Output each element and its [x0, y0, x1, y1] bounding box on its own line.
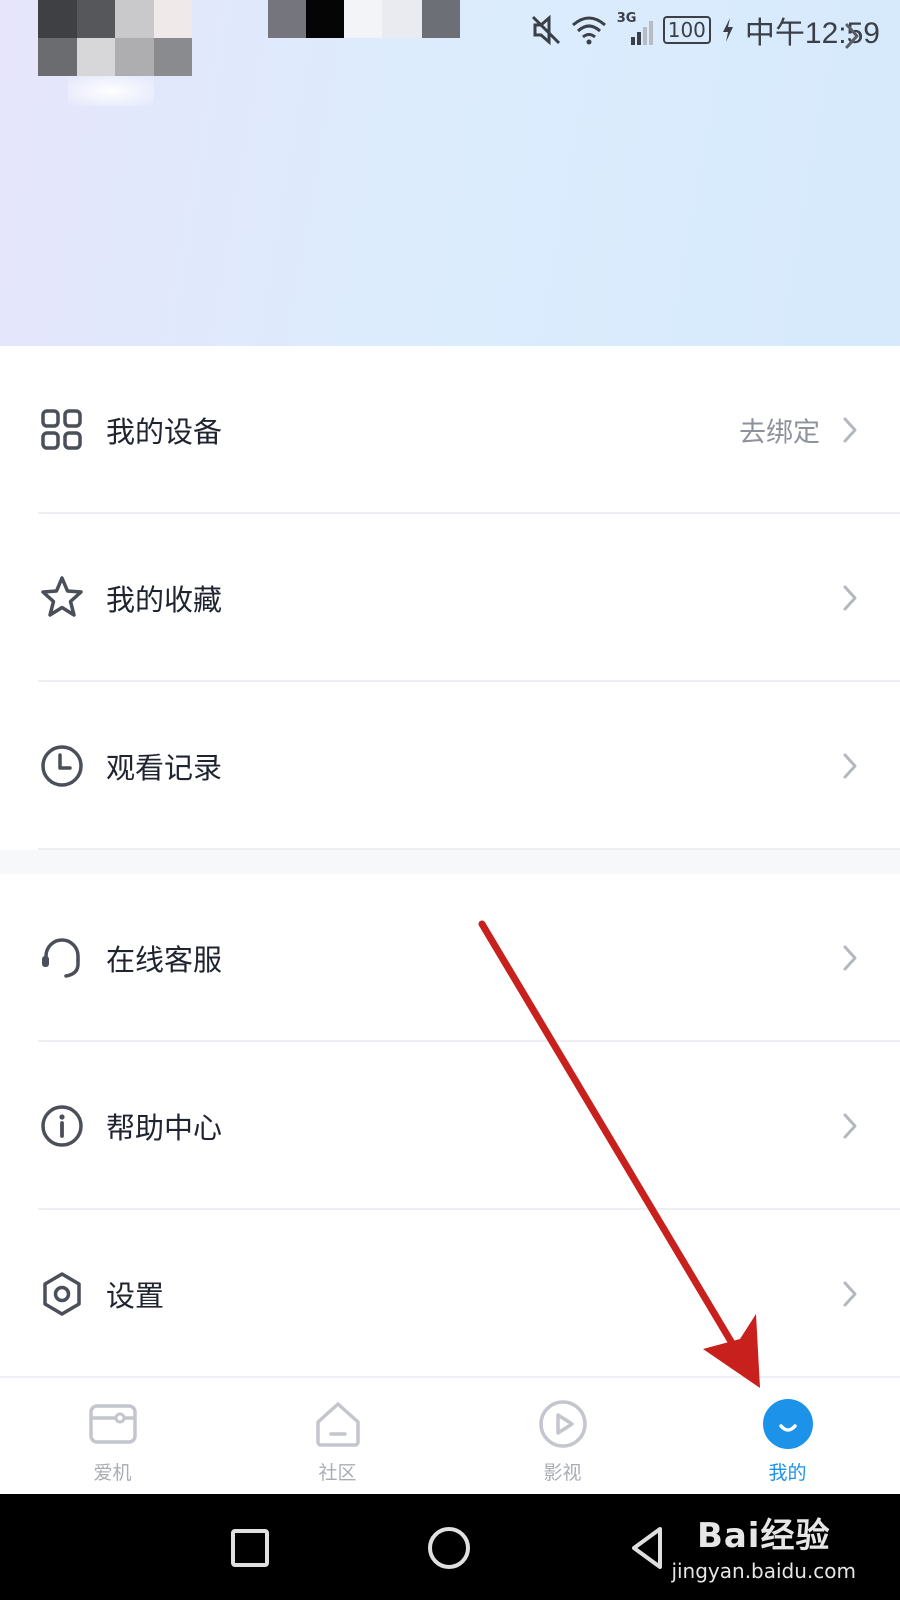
system-navigation-bar: Bai经验 jingyan.baidu.com: [0, 1494, 900, 1600]
tab-aiji[interactable]: 爱机: [0, 1378, 225, 1494]
divider: [38, 848, 900, 850]
profile-chevron-icon[interactable]: [844, 22, 860, 50]
star-icon: [41, 576, 83, 617]
menu-item-label: 帮助中心: [106, 1111, 223, 1145]
menu-item-my-devices[interactable]: 我的设备 去绑定: [0, 346, 900, 514]
menu-item-settings[interactable]: 设置: [0, 1210, 900, 1378]
battery-indicator: 100: [662, 16, 711, 44]
grid-apps-icon: [41, 409, 82, 450]
mute-icon: [531, 14, 560, 46]
tab-community[interactable]: 社区: [225, 1378, 450, 1494]
tab-label: 我的: [768, 1462, 807, 1484]
avatar[interactable]: [38, 0, 192, 76]
tab-label: 爱机: [93, 1462, 132, 1484]
home-circle-icon[interactable]: [421, 1520, 477, 1576]
tab-label: 社区: [318, 1462, 357, 1484]
settings-menu: 我的设备 去绑定 我的收藏 观看记录 在线客服 帮助中心 设置: [0, 346, 900, 1378]
menu-item-watch-history[interactable]: 观看记录: [0, 682, 900, 850]
username[interactable]: [268, 0, 460, 38]
profile-header: 3G 100 中午12:59: [0, 0, 900, 346]
tab-mine[interactable]: 我的: [675, 1378, 900, 1494]
chevron-right-icon: [843, 1113, 857, 1139]
chevron-right-icon: [843, 1281, 857, 1307]
home-icon: [315, 1402, 360, 1447]
menu-item-label: 我的设备: [106, 415, 223, 449]
baidu-jingyan-watermark: Bai经验 jingyan.baidu.com: [671, 1508, 856, 1583]
bind-device-link[interactable]: 去绑定: [739, 411, 820, 450]
menu-item-help-center[interactable]: 帮助中心: [0, 1042, 900, 1210]
tv-box-icon: [88, 1404, 137, 1444]
recent-apps-square-icon[interactable]: [222, 1520, 278, 1576]
cellular-signal-icon: 3G: [617, 11, 653, 45]
status-bar: 3G 100 中午12:59: [531, 8, 880, 52]
chevron-right-icon: [843, 585, 857, 611]
info-icon: [41, 1105, 83, 1147]
play-circle-icon: [538, 1400, 587, 1448]
chevron-right-icon: [843, 753, 857, 779]
menu-item-online-service[interactable]: 在线客服: [0, 874, 900, 1042]
menu-group-support: 在线客服 帮助中心 设置: [0, 874, 900, 1378]
menu-item-label: 我的收藏: [106, 583, 223, 617]
bottom-tab-bar: 爱机 社区 影视 我的: [0, 1376, 900, 1494]
settings-hexagon-icon: [43, 1272, 81, 1316]
charging-bolt-icon: [722, 18, 733, 42]
wifi-icon: [571, 16, 606, 45]
menu-item-favorites[interactable]: 我的收藏: [0, 514, 900, 682]
clock-icon: [41, 745, 83, 787]
group-separator: [0, 850, 900, 874]
menu-item-label: 在线客服: [106, 943, 223, 977]
chevron-right-icon: [843, 417, 857, 443]
tab-videos[interactable]: 影视: [450, 1378, 675, 1494]
avatar-glow: [68, 76, 154, 106]
watermark-url: jingyan.baidu.com: [671, 1559, 856, 1583]
headset-icon: [42, 938, 80, 978]
chevron-right-icon: [843, 945, 857, 971]
menu-item-label: 设置: [106, 1279, 165, 1313]
network-type: 3G: [616, 11, 637, 26]
back-triangle-icon[interactable]: [620, 1520, 676, 1576]
menu-item-label: 观看记录: [106, 751, 223, 785]
watermark-logo: Bai经验: [696, 1516, 831, 1556]
menu-group-content: 我的设备 去绑定 我的收藏 观看记录: [0, 346, 900, 850]
smile-face-icon: [762, 1399, 813, 1449]
tab-label: 影视: [543, 1462, 582, 1484]
